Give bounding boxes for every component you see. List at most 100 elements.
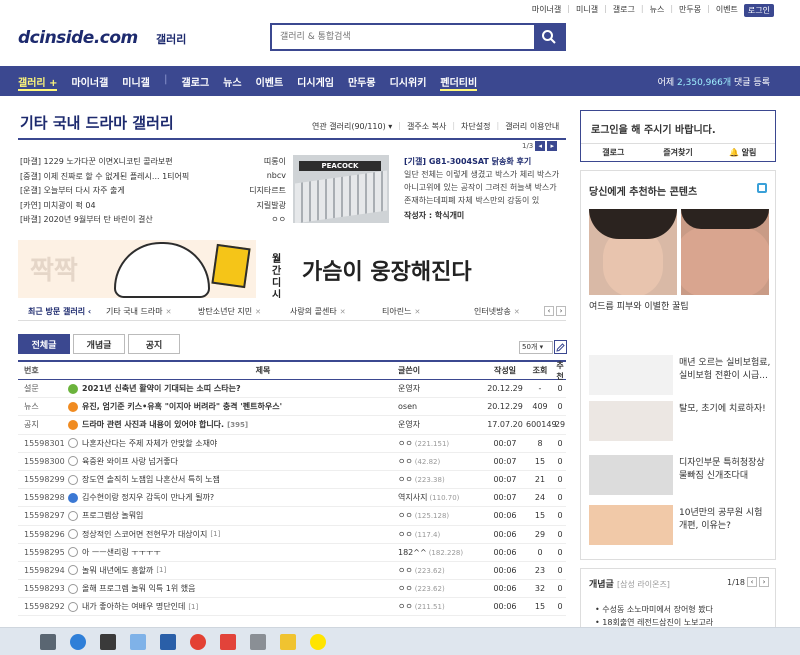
post-title[interactable]: 2021년 신축년 활약이 기대되는 소띠 스타는? (68, 383, 398, 394)
post-writer[interactable]: ㅇㅇ (125.128) (398, 510, 484, 521)
comment-count[interactable]: [395] (227, 421, 248, 429)
util-news[interactable]: 뉴스 (650, 4, 665, 17)
post-writer[interactable]: 182^^ (182.228) (398, 548, 484, 557)
table-row[interactable]: 설문 2021년 신축년 활약이 기대되는 소띠 스타는? 운영자 20.12.29 -… (18, 380, 566, 399)
table-row[interactable]: 뉴스 유진, 엄기준 키스•유혹 "이지아 버려라" 충격 '펜트하우스' osen… (18, 398, 566, 417)
nav-gallery[interactable]: 갤러리 + (18, 74, 58, 91)
site-logo[interactable]: dcinside.com (18, 28, 138, 48)
per-page-select[interactable]: 50개 ▾ (519, 341, 553, 354)
table-row[interactable]: 15598298 김수현이랑 정지우 감독이 만나게 될까? 역지사지 (110.70… (18, 489, 566, 508)
util-gallog[interactable]: 갤로그 (613, 4, 635, 17)
post-writer[interactable]: ㅇㅇ (223.62) (398, 583, 484, 594)
task-view-icon[interactable] (40, 633, 56, 650)
adinfo-icon[interactable] (757, 183, 767, 193)
tool-icon[interactable] (280, 633, 296, 650)
gallery-title[interactable]: 기타 국내 드라마 갤러리 (20, 112, 174, 133)
next-arrow-icon[interactable]: ▸ (547, 141, 558, 151)
tab-notice[interactable]: 공지 (128, 334, 180, 354)
post-title[interactable]: 정상적인 스코어면 전현무가 대상이지 [1] (68, 529, 398, 540)
nav-fender[interactable]: 펜더티비 (440, 74, 478, 91)
nav-dcgame[interactable]: 디시게임 (297, 74, 334, 91)
ad-banner[interactable]: 짝짝 월간 디시 가슴이 웅장해진다 (18, 240, 566, 298)
mail-icon[interactable] (160, 633, 176, 650)
post-title[interactable]: 올해 프로그렘 놀뭐 익특 1위 했음 (68, 583, 398, 594)
table-row[interactable]: 15598292 내가 좋아하는 여배우 명단인데 [1] ㅇㅇ (211.51) 00:… (18, 598, 566, 617)
table-row[interactable]: 15598300 육중완 와이프 사랑 넘거좋다 ㅇㅇ (42.82) 00:07 15 0 (18, 453, 566, 471)
recommend-item[interactable]: 10년만의 공무원 시험 개편, 이유는? (589, 505, 771, 547)
search-button[interactable] (534, 25, 564, 49)
list-item[interactable]: [중갤] 이제 진짜로 할 수 없게된 플레시... 1티어픽 nbcv (20, 171, 286, 186)
recommend-item[interactable]: 탈모, 초기에 치료하자! (589, 401, 771, 443)
table-row[interactable]: 15598301 나혼자산다는 주제 자체가 안맞할 소재야 ㅇㅇ (221.151)… (18, 435, 566, 453)
prev-arrow-icon[interactable]: ‹ (544, 306, 554, 316)
app-icon[interactable] (220, 633, 236, 650)
post-title[interactable]: 놀뭐 내년에도 흥할까 [1] (68, 565, 398, 576)
post-writer[interactable]: ㅇㅇ (223.62) (398, 565, 484, 576)
gallery-guide[interactable]: 갤러리 이용안내 (505, 121, 559, 132)
post-title[interactable]: 나혼자산다는 주제 자체가 안맞할 소재야 (68, 438, 398, 449)
block-settings[interactable]: 차단설정 (461, 121, 490, 132)
recommend-item[interactable]: 매년 오르는 실비보험료, 실비보험 전환이 시급... (589, 355, 771, 397)
logo-gallery-label[interactable]: 갤러리 (156, 31, 186, 47)
util-minor[interactable]: 마이너갤 (532, 4, 561, 17)
store-icon[interactable] (100, 633, 116, 650)
util-mandu[interactable]: 만두몽 (679, 4, 701, 17)
recent-item[interactable]: 티아린느 ✕ (382, 306, 474, 317)
table-row[interactable]: 15598293 올해 프로그렘 놀뭐 익특 1위 했음 ㅇㅇ (223.62) 00:… (18, 580, 566, 599)
post-title[interactable]: 드라마 관련 사진과 내용이 있어야 합니다. [395] (68, 419, 398, 430)
favorites-button[interactable]: 즐겨찾기 (646, 147, 711, 158)
list-item[interactable]: [바갤] 2020년 9월부터 탄 바린이 결산 ㅇㅇ (20, 214, 286, 229)
recent-item[interactable]: 사랑의 콜센타 ✕ (290, 306, 382, 317)
recommend-image[interactable] (681, 209, 769, 295)
login-message[interactable]: 로그인을 해 주시기 바랍니다. (591, 121, 716, 136)
table-row[interactable]: 15598294 놀뭐 내년에도 흥할까 [1] ㅇㅇ (223.62) 00:06 23 0 (18, 562, 566, 581)
nav-news[interactable]: 뉴스 (223, 74, 241, 91)
prev-arrow-icon[interactable]: ‹ (747, 577, 757, 587)
util-mini[interactable]: 미니갤 (576, 4, 598, 17)
comment-count[interactable]: [1] (156, 566, 166, 574)
nav-minor[interactable]: 마이너갤 (71, 74, 108, 91)
hot-summary[interactable]: [기갤] G81-3004SAT 닭송화 후기 일단 전체는 이렇게 생겼고 박… (404, 155, 566, 222)
comment-count[interactable]: [1] (210, 530, 220, 538)
table-row[interactable]: 15598295 아 ㅡㅡ샌리링 ㅜㅜㅜㅜ 182^^ (182.228) 00:06 0… (18, 544, 566, 562)
list-item[interactable]: [마갤] 1229 노가다꾼 이면X니코틴 콜라보편 띠롱이 (20, 156, 286, 171)
recommend-caption[interactable]: 여드름 피부와 이별한 꿀팁 (589, 299, 689, 312)
settings-icon[interactable] (250, 633, 266, 650)
gallog-button[interactable]: 갤로그 (581, 147, 646, 158)
post-title[interactable]: 프로그렘상 놀뭐임 (68, 510, 398, 521)
search-input[interactable] (272, 25, 534, 49)
prev-arrow-icon[interactable]: ◂ (535, 141, 546, 151)
post-title[interactable]: 김수현이랑 정지우 감독이 만나게 될까? (68, 492, 398, 503)
copy-address[interactable]: 갤주소 복사 (407, 121, 446, 132)
nav-mandu[interactable]: 만두몽 (348, 74, 376, 91)
recent-item[interactable]: 방탄소년단 지민 ✕ (198, 306, 290, 317)
notification-button[interactable]: 🔔 알림 (710, 147, 775, 158)
list-item[interactable]: [운갤] 오늘부터 다시 자주 출게 디지타르트 (20, 185, 286, 200)
nav-gallog[interactable]: 갤로그 (182, 74, 210, 91)
concept-item[interactable]: • 수성동 소노마미에서 장어형 봤다 (595, 603, 713, 616)
post-title[interactable]: 장도연 솔직히 노잼임 나혼산서 특히 노잼 (68, 474, 398, 485)
post-title[interactable]: 아 ㅡㅡ샌리링 ㅜㅜㅜㅜ (68, 547, 398, 558)
list-item[interactable]: [카연] 미치광이 퍽 04 지릴발광 (20, 200, 286, 215)
app-icon[interactable] (130, 633, 146, 650)
nav-wiki[interactable]: 디시위키 (390, 74, 427, 91)
nav-mini[interactable]: 미니갤 (122, 74, 150, 91)
post-writer[interactable]: ㅇㅇ (42.82) (398, 456, 484, 467)
kakaotalk-icon[interactable] (310, 633, 326, 650)
nav-event[interactable]: 이벤트 (256, 74, 284, 91)
table-row[interactable]: 15598299 장도연 솔직히 노잼임 나혼산서 특히 노잼 ㅇㅇ (223.38)… (18, 471, 566, 490)
tab-all[interactable]: 전체글 (18, 334, 70, 354)
post-writer[interactable]: 운영자 (398, 419, 484, 430)
recommend-image[interactable] (589, 209, 677, 295)
write-button[interactable] (554, 340, 567, 354)
table-row[interactable]: 공지 드라마 관련 사진과 내용이 있어야 합니다. [395] 운영자 17.07.2… (18, 416, 566, 435)
post-title[interactable]: 육중완 와이프 사랑 넘거좋다 (68, 456, 398, 467)
util-event[interactable]: 이벤트 (716, 4, 738, 17)
edge-icon[interactable] (70, 633, 86, 650)
table-row[interactable]: 15598296 정상적인 스코어면 전현무가 대상이지 [1] ㅇㅇ (117.4) 0… (18, 526, 566, 544)
chrome-icon[interactable] (190, 633, 206, 650)
post-writer[interactable]: 역지사지 (110.70) (398, 492, 484, 503)
hot-thumbnail[interactable]: PEACOCK (293, 155, 389, 223)
post-writer[interactable]: 운영자 (398, 383, 484, 394)
table-row[interactable]: 15598297 프로그렘상 놀뭐임 ㅇㅇ (125.128) 00:06 15 0 (18, 507, 566, 526)
